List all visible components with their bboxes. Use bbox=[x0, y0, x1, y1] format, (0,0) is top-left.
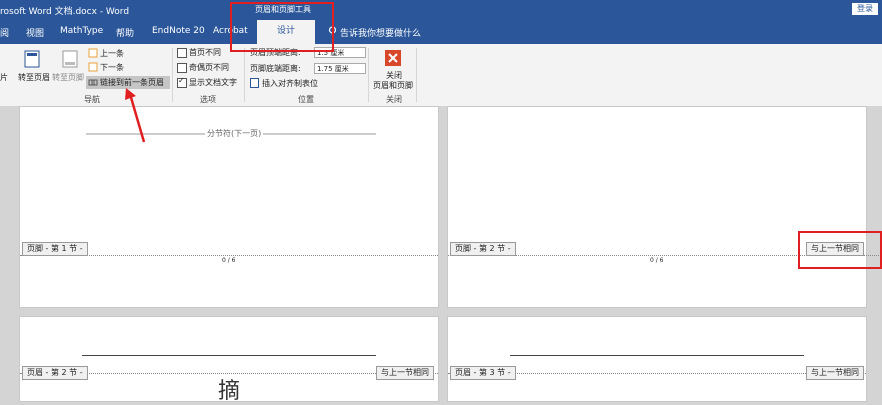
diff-first-label: 首页不同 bbox=[189, 48, 221, 57]
header-rule bbox=[82, 355, 376, 356]
diff-odd-even-checkbox[interactable] bbox=[177, 63, 187, 73]
previous-icon bbox=[88, 48, 98, 58]
page-2[interactable]: 页脚 - 第 2 节 - 与上一节相同 0 / 6 bbox=[447, 106, 882, 308]
page-number: 0 / 6 bbox=[222, 257, 236, 264]
header-section-tag: 页眉 - 第 2 节 - bbox=[22, 366, 88, 380]
window-title: rosoft Word 文档.docx - Word bbox=[0, 7, 130, 17]
picture-button[interactable]: 片 bbox=[0, 72, 8, 83]
group-divider bbox=[172, 48, 173, 102]
close-header-footer-button[interactable]: 页眉和页脚 bbox=[373, 80, 413, 91]
signin-button[interactable]: 登录 bbox=[852, 3, 878, 15]
document-area: 分节符(下一页) 页脚 - 第 1 节 - 0 / 6 页脚 - 第 2 节 -… bbox=[0, 106, 882, 404]
tell-me-search[interactable]: 告诉我你想要做什么 bbox=[340, 26, 421, 39]
align-tab-icon bbox=[250, 78, 259, 88]
diff-first-checkbox[interactable] bbox=[177, 48, 187, 58]
tab-mathtype[interactable]: MathType bbox=[60, 26, 103, 36]
next-icon bbox=[88, 62, 98, 72]
diff-odd-even-label: 奇偶页不同 bbox=[189, 63, 229, 72]
show-doc-text-label: 显示文档文字 bbox=[189, 78, 237, 87]
same-as-previous-tag: 与上一节相同 bbox=[806, 242, 864, 256]
header-from-top-input[interactable]: 1.5 厘米 bbox=[314, 47, 366, 58]
previous-button[interactable]: 上一条 bbox=[100, 48, 124, 59]
show-doc-text-checkbox[interactable] bbox=[177, 76, 187, 88]
page-number: 0 / 6 bbox=[650, 257, 664, 264]
tab-view[interactable]: 视图 bbox=[26, 26, 44, 39]
tab-design[interactable]: 设计 bbox=[257, 20, 315, 44]
group-divider bbox=[416, 48, 417, 102]
same-as-previous-tag: 与上一节相同 bbox=[806, 366, 864, 380]
goto-header-icon bbox=[24, 50, 40, 68]
link-icon bbox=[88, 79, 98, 86]
group-divider bbox=[368, 48, 369, 102]
footer-section-tag: 页脚 - 第 1 节 - bbox=[22, 242, 88, 256]
section-break-label: 分节符(下一页) bbox=[205, 128, 264, 139]
options-group-label: 选项 bbox=[200, 95, 216, 104]
title-bar: rosoft Word 文档.docx - Word 页眉和页脚工具 登录 bbox=[0, 0, 882, 20]
page-1[interactable]: 分节符(下一页) 页脚 - 第 1 节 - 0 / 6 bbox=[19, 106, 439, 308]
tab-acrobat[interactable]: Acrobat bbox=[213, 26, 248, 36]
goto-footer-icon bbox=[62, 50, 78, 68]
header-rule bbox=[510, 355, 804, 356]
tell-me-icon[interactable] bbox=[328, 26, 337, 39]
body-text: 摘 bbox=[218, 379, 241, 404]
same-as-previous-tag: 与上一节相同 bbox=[376, 366, 434, 380]
nav-group-label: 导航 bbox=[84, 95, 100, 104]
footer-section-tag: 页脚 - 第 2 节 - bbox=[450, 242, 516, 256]
footer-from-bottom-label: 页脚底端距离: bbox=[250, 64, 301, 73]
next-button[interactable]: 下一条 bbox=[100, 62, 124, 73]
footer-from-bottom-input[interactable]: 1.75 厘米 bbox=[314, 63, 366, 74]
ribbon-tabs: 阅 视图 MathType 帮助 EndNote 20 Acrobat 设计 告… bbox=[0, 20, 882, 44]
close-group-label: 关闭 bbox=[386, 95, 402, 104]
page-3[interactable]: 页眉 - 第 2 节 - 与上一节相同 摘 bbox=[19, 316, 439, 404]
tab-review[interactable]: 阅 bbox=[0, 26, 9, 39]
header-section-tag: 页眉 - 第 3 节 - bbox=[450, 366, 516, 380]
insert-align-tab-button[interactable]: 插入对齐制表位 bbox=[262, 78, 318, 89]
position-group-label: 位置 bbox=[298, 95, 314, 104]
page-4[interactable]: 页眉 - 第 3 节 - 与上一节相同 bbox=[447, 316, 867, 402]
tab-endnote[interactable]: EndNote 20 bbox=[152, 26, 205, 36]
header-from-top-label: 页眉顶端距离: bbox=[250, 48, 301, 57]
close-icon[interactable] bbox=[385, 50, 401, 66]
tab-help[interactable]: 帮助 bbox=[116, 26, 134, 39]
goto-footer-button[interactable]: 转至页脚 bbox=[52, 72, 84, 83]
goto-header-button[interactable]: 转至页眉 bbox=[18, 72, 50, 83]
context-tool-title: 页眉和页脚工具 bbox=[255, 5, 311, 14]
group-divider bbox=[244, 48, 245, 102]
annotation-arrow-icon bbox=[125, 88, 146, 143]
